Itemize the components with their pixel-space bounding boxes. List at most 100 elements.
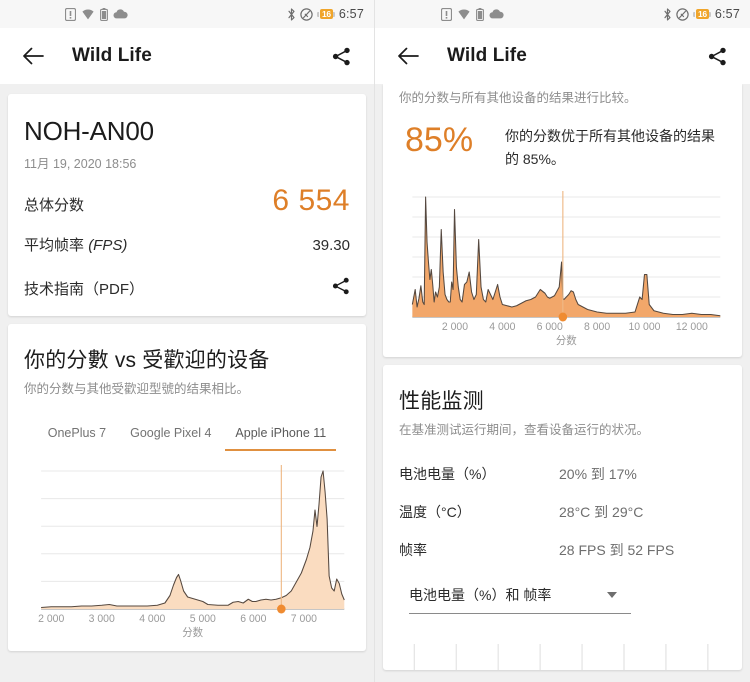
svg-text:8 000: 8 000 [584,321,610,333]
popular-devices-title: 你的分數 vs 受歡迎的设备 [24,349,270,372]
share-icon [332,47,350,65]
result-summary-card: NOH-AN00 11月 19, 2020 18:56 总体分数 6 554 平… [8,94,366,316]
popular-devices-subtitle: 你的分数与其他受歡迎型號的结果相比。 [24,382,250,396]
all-devices-card: 你的分数与所有其他设备的结果进行比较。 85% 你的分数优于所有其他设备的结果的… [383,84,742,357]
table-row: 电池电量（%） 20% 到 17% [399,455,726,493]
battery-level-icon: 16 [317,9,335,19]
table-row: 帧率 28 FPS 到 52 FPS [399,531,726,569]
percentile-block: 85% 你的分数优于所有其他设备的结果的 85%。 [399,107,726,177]
tab-apple-iphone-11[interactable]: Apple iPhone 11 [225,418,337,451]
svg-text:2 000: 2 000 [442,321,468,333]
app-bar: Wild Life [0,28,374,84]
all-devices-chart: 2 000 4 000 6 000 8 000 10 000 12 000 分数 [399,177,726,357]
status-bar-left-icons [440,7,504,21]
dnd-icon [300,7,313,21]
chevron-down-icon [607,592,617,598]
sim-alert-icon [440,7,452,21]
popular-devices-chart: 2 000 3 000 4 000 5 000 6 000 7 000 分数 [24,451,350,651]
status-bar-right-icons: 16 6:57 [663,7,740,21]
back-button[interactable] [16,39,50,73]
monitoring-rows: 电池电量（%） 20% 到 17% 温度（°C） 28°C 到 29°C 帧率 … [399,455,726,569]
technical-guide-row[interactable]: 技术指南（PDF） [24,259,350,316]
status-bar: 16 6:57 [0,0,374,28]
performance-monitor-chart [399,614,726,670]
temperature-value: 28°C 到 29°C [559,504,644,520]
status-bar-left-icons [65,7,128,21]
battery-level-label: 电池电量（%） [399,466,496,482]
right-phone-screen: 16 6:57 Wild Life 你的分数与所有其他设备的结果进行比较。 85… [375,0,750,682]
svg-text:4 000: 4 000 [139,613,165,625]
cloud-icon [488,8,504,20]
avg-fps-value: 39.30 [312,237,350,254]
battery-level-icon: 16 [693,9,711,19]
status-bar-right-icons: 16 6:57 [287,7,364,21]
monitoring-subtitle: 在基准测试运行期间，查看设备运行的状况。 [399,423,650,437]
table-row: 温度（°C） 28°C 到 29°C [399,493,726,531]
bluetooth-icon [663,7,672,21]
avg-fps-label: 平均帧率 (FPS) [24,237,128,254]
page-title: Wild Life [447,45,527,66]
bluetooth-icon [287,7,296,21]
right-scroll-area[interactable]: 你的分数与所有其他设备的结果进行比较。 85% 你的分数优于所有其他设备的结果的… [375,84,750,682]
svg-text:5 000: 5 000 [190,613,216,625]
share-button[interactable] [700,39,734,73]
battery-small-icon [100,7,108,21]
result-date: 11月 19, 2020 18:56 [24,157,137,171]
left-scroll-area[interactable]: NOH-AN00 11月 19, 2020 18:56 总体分数 6 554 平… [0,84,374,682]
svg-text:2 000: 2 000 [38,613,64,625]
cloud-icon [113,8,128,20]
svg-text:分数: 分数 [182,626,203,639]
svg-text:12 000: 12 000 [676,321,708,333]
wifi-icon [457,8,471,20]
battery-level-value: 20% 到 17% [559,466,637,482]
page-title: Wild Life [72,45,152,66]
tab-oneplus-7[interactable]: OnePlus 7 [38,418,116,451]
framerate-label: 帧率 [399,542,427,558]
percentile-description: 你的分数优于所有其他设备的结果的 85%。 [505,128,715,167]
all-devices-chart-svg: 2 000 4 000 6 000 8 000 10 000 12 000 分数 [411,191,721,347]
back-button[interactable] [391,39,425,73]
device-name: NOH-AN00 [24,116,154,146]
overall-score-label: 总体分数 [24,197,85,214]
back-arrow-icon [397,47,419,65]
svg-text:7 000: 7 000 [291,613,317,625]
overall-score-row: 总体分数 6 554 [24,172,350,220]
framerate-value: 28 FPS 到 52 FPS [559,542,675,558]
app-bar: Wild Life [375,28,750,84]
svg-text:10 000: 10 000 [628,321,660,333]
performance-monitoring-card: 性能监测 在基准测试运行期间，查看设备运行的状况。 电池电量（%） 20% 到 … [383,365,742,670]
svg-text:6 000: 6 000 [537,321,563,333]
status-bar: 16 6:57 [375,0,750,28]
left-phone-screen: 16 6:57 Wild Life NOH-AN00 11月 19, 2020 … [0,0,375,682]
technical-guide-share-button[interactable] [332,277,350,300]
share-icon [708,47,726,65]
svg-text:6 000: 6 000 [240,613,266,625]
svg-text:分数: 分数 [556,334,577,347]
metric-select-value: 电池电量（%）和 帧率 [409,587,552,603]
back-arrow-icon [22,47,44,65]
tab-google-pixel-4[interactable]: Google Pixel 4 [120,418,221,451]
svg-text:4 000: 4 000 [489,321,515,333]
battery-small-icon [475,7,484,21]
popular-devices-chart-svg: 2 000 3 000 4 000 5 000 6 000 7 000 分数 [38,465,345,639]
all-devices-subtitle: 你的分数与所有其他设备的结果进行比较。 [399,91,637,105]
battery-level-text: 16 [320,9,333,19]
metric-select[interactable]: 电池电量（%）和 帧率 [409,585,631,614]
status-bar-clock: 6:57 [338,7,364,21]
monitoring-title: 性能监测 [399,390,484,413]
technical-guide-label: 技术指南（PDF） [24,281,145,298]
dnd-icon [676,7,689,21]
share-icon [332,277,349,295]
wifi-icon [81,8,95,20]
sim-alert-icon [65,7,76,21]
avg-fps-row: 平均帧率 (FPS) 39.30 [24,220,350,259]
status-bar-clock: 6:57 [714,7,740,21]
svg-text:3 000: 3 000 [89,613,115,625]
popular-devices-card: 你的分數 vs 受歡迎的设备 你的分数与其他受歡迎型號的结果相比。 OnePlu… [8,324,366,651]
temperature-label: 温度（°C） [399,504,471,520]
device-tabs: OnePlus 7 Google Pixel 4 Apple iPhone 11 [24,418,350,451]
battery-level-text: 16 [696,9,709,19]
share-button[interactable] [324,39,358,73]
overall-score-value: 6 554 [272,184,350,217]
dual-screenshot-container: 16 6:57 Wild Life NOH-AN00 11月 19, 2020 … [0,0,750,682]
